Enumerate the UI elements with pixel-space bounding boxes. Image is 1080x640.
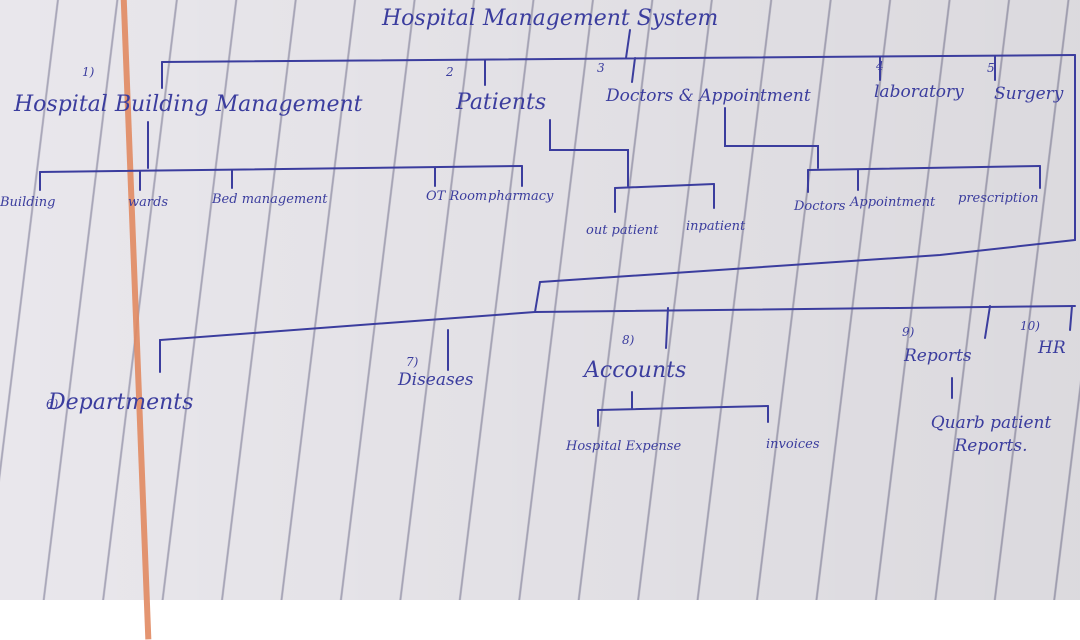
module-doctors-appointment: Doctors & Appointment [606,86,811,106]
patients-bar [614,183,715,189]
module-number: 7) [406,355,419,369]
module-reports: Reports [904,346,972,366]
child-invoices: invoices [766,437,820,452]
child-prescription: prescription [958,191,1039,206]
child-doctors: Doctors [794,199,846,214]
child-appointment: Appointment [850,195,936,210]
child-out-patient: out patient [586,223,659,238]
child-inpatient: inpatient [686,219,746,234]
lower-bar [534,305,1076,313]
doctors-stem [724,107,819,169]
child-pharmacy: pharmacy [488,189,554,204]
lower-left [159,311,536,373]
module-departments: Departments [48,390,194,415]
accounts-bar [597,405,769,411]
module-number: 2 [446,65,454,79]
drop-reports [984,305,991,339]
module-number: 3 [597,61,605,75]
module-number: 4 [876,59,884,73]
module-accounts: Accounts [584,358,687,383]
lower-brace [534,281,541,313]
level1-bar [161,54,1076,63]
building-bar [39,165,523,173]
module-laboratory: laboratory [874,82,964,102]
module-hr: HR [1038,338,1066,358]
doctors-bar [807,165,1041,171]
module-number: 10) [1020,319,1040,333]
module-number: 6) [46,397,59,411]
module-number: 8) [622,333,635,347]
root-drop [625,29,631,59]
child-wards: wards [128,195,169,210]
patients-stem [549,119,629,187]
drop-hr [1069,305,1073,331]
child-ot-room: OT Room [426,189,488,204]
module-number: 1) [82,65,95,79]
child-patient-reports: Quarb patient Reports. [930,413,1052,456]
module-number: 5 [987,61,995,75]
root-node: Hospital Management System [382,6,719,31]
drop-doctors [631,57,636,83]
drop-accounts [665,307,669,349]
module-number: 9) [902,325,915,339]
module-diseases: Diseases [398,370,474,390]
module-patients: Patients [456,90,547,115]
child-building: Building [0,195,56,210]
module-surgery: Surgery [994,84,1064,104]
continue-line [539,239,1076,283]
child-hospital-expense: Hospital Expense [566,439,682,454]
module-building-management: Hospital Building Management [14,92,363,117]
child-bed-management: Bed management [212,192,328,207]
